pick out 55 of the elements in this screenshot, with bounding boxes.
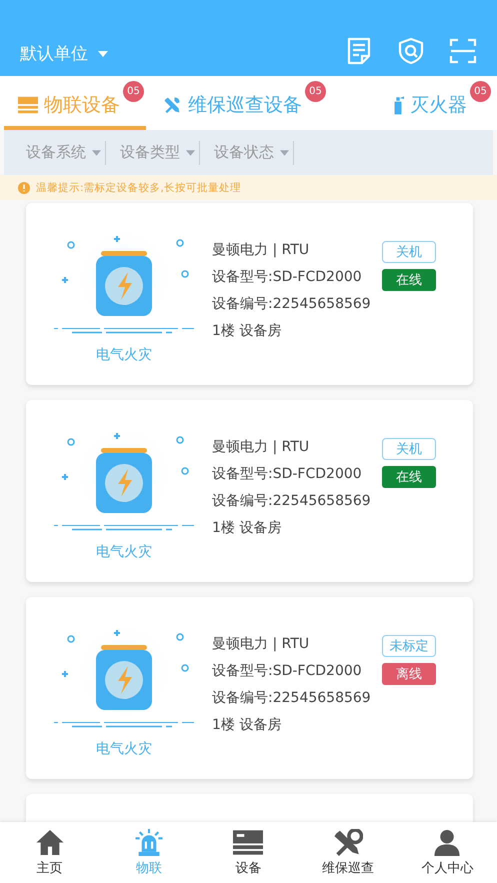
tools-icon — [162, 96, 182, 114]
document-icon[interactable] — [345, 37, 373, 65]
device-model: 设备型号:SD-FCD2000 — [212, 268, 363, 286]
device-brand: 曼顿电力 | RTU — [212, 241, 310, 259]
tools-icon — [332, 828, 363, 856]
filter-dropdown[interactable]: 设备类型 — [120, 140, 200, 164]
nav-item[interactable]: 个人中心 — [402, 828, 492, 876]
caret-icon — [280, 150, 289, 156]
device-model: 设备型号:SD-FCD2000 — [212, 662, 363, 680]
scan-icon[interactable] — [449, 37, 477, 65]
home-icon — [34, 828, 65, 856]
device-serial: 设备编号:22545658569 — [212, 295, 372, 313]
nav-item[interactable]: 物联 — [104, 828, 194, 876]
device-location: 1楼 设备房 — [212, 716, 282, 734]
device-category: 电气火灾 — [96, 543, 152, 561]
person-icon — [432, 828, 462, 856]
status-tag: 离线 — [382, 663, 436, 685]
caret-icon — [186, 150, 195, 156]
device-model: 设备型号:SD-FCD2000 — [212, 465, 363, 483]
count-badge: 05 — [305, 81, 326, 102]
count-badge: 05 — [123, 81, 144, 102]
device-card[interactable]: 电气火灾 曼顿电力 | RTU 设备型号:SD-FCD2000 设备编号:22545658569 1楼 设备房 未标定 离线 — [26, 597, 473, 779]
device-card[interactable]: 电气火灾 曼顿电力 | RTU 设备型号:SD-FCD2000 设备编号:22545658569 1楼 设备房 关机 在线 — [26, 400, 473, 582]
warning-icon — [18, 182, 30, 194]
device-location: 1楼 设备房 — [212, 322, 282, 340]
nav-item[interactable]: 设备 — [203, 828, 294, 876]
state-tag: 关机 — [382, 438, 436, 460]
status-tag: 在线 — [382, 466, 436, 488]
device-card[interactable]: 电气火灾 曼顿电力 | RTU 设备型号:SD-FCD2000 设备编号:22545658569 1楼 设备房 关机 在线 — [26, 203, 473, 385]
filter-dropdown[interactable]: 设备系统 — [26, 140, 106, 164]
device-brand: 曼顿电力 | RTU — [212, 438, 310, 456]
nav-item[interactable]: 主页 — [4, 828, 95, 876]
caret-icon — [98, 50, 108, 56]
device-icon — [233, 828, 264, 856]
device-serial: 设备编号:22545658569 — [212, 689, 372, 707]
filter-dropdown[interactable]: 设备状态 — [214, 140, 294, 164]
state-tag: 关机 — [382, 241, 436, 263]
device-category: 电气火灾 — [96, 346, 152, 364]
state-tag: 未标定 — [382, 635, 436, 657]
device-brand: 曼顿电力 | RTU — [212, 635, 310, 653]
tip-text: 温馨提示:需标定设备较多,长按可批量处理 — [36, 180, 241, 194]
unit-dropdown[interactable]: 默认单位 — [20, 42, 108, 65]
status-tag: 在线 — [382, 269, 436, 291]
device-location: 1楼 设备房 — [212, 519, 282, 537]
nav-item[interactable]: 维保巡查 — [302, 828, 393, 876]
caret-icon — [92, 150, 101, 156]
shield-search-icon[interactable] — [397, 37, 425, 65]
device-serial: 设备编号:22545658569 — [212, 492, 372, 510]
device-icon — [18, 96, 38, 114]
tab[interactable]: 维保巡查设备 05 — [148, 76, 328, 130]
device-category: 电气火灾 — [96, 740, 152, 758]
count-badge: 05 — [470, 81, 491, 102]
alarm-light-icon — [134, 828, 164, 856]
tab[interactable]: 灭火器 05 — [378, 76, 493, 130]
fire-extinguisher-icon — [392, 95, 404, 115]
